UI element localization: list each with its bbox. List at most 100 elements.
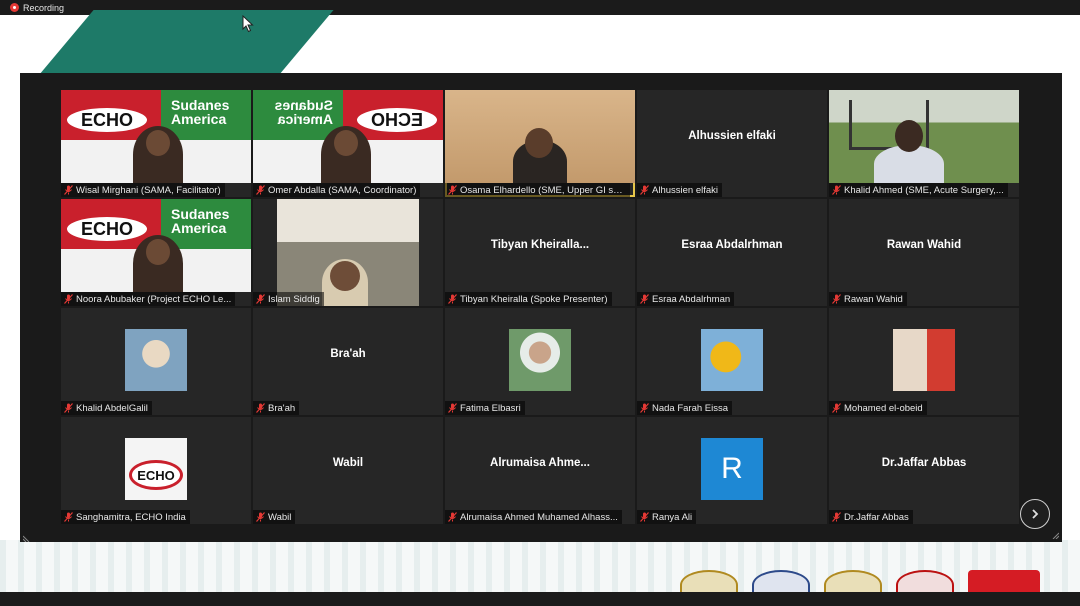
echo-banner-video: ECHO Sudanes America xyxy=(253,90,443,183)
participant-name: Tibyan Kheiralla (Spoke Presenter) xyxy=(460,293,608,305)
participant-name: Wabil xyxy=(268,511,292,523)
microphone-muted-icon xyxy=(640,403,649,413)
participant-name-label: Nada Farah Eissa xyxy=(637,401,733,415)
participant-name-label: Islam Siddig xyxy=(253,292,324,306)
participant-name: Alrumaisa Ahmed Muhamed Alhass... xyxy=(460,511,618,523)
microphone-muted-icon xyxy=(448,294,457,304)
participant-tile[interactable]: ECHO Sudanes America Noora Abubaker (Projec… xyxy=(61,199,251,306)
banner-text: Sudanes America xyxy=(274,97,333,127)
participant-display-name: Alhussien elfaki xyxy=(688,129,776,142)
participant-name-label: Omer Abdalla (SAMA, Coordinator) xyxy=(253,183,421,197)
participant-name-label: Dr.Jaffar Abbas xyxy=(829,510,913,524)
microphone-muted-icon xyxy=(640,294,649,304)
chevron-right-icon xyxy=(1032,509,1039,519)
mouse-cursor-icon xyxy=(242,15,254,33)
participant-tile[interactable]: Tibyan Kheiralla... Tibyan Kheiralla (Spo… xyxy=(445,199,635,306)
participant-name-label: Fatima Elbasri xyxy=(445,401,525,415)
participant-tile[interactable]: ECHO Sanghamitra, ECHO India xyxy=(61,417,251,524)
participant-name: Mohamed el-obeid xyxy=(844,402,923,414)
microphone-muted-icon xyxy=(448,185,457,195)
participant-tile[interactable]: Osama Elhardello (SME, Upper GI sur... xyxy=(445,90,635,197)
camera-video xyxy=(829,90,1019,183)
participant-display-name: Dr.Jaffar Abbas xyxy=(881,456,967,469)
participant-name-label: Ranya Ali xyxy=(637,510,697,524)
avatar xyxy=(125,329,187,391)
recording-label: Recording xyxy=(23,2,65,13)
participant-name-label: Esraa Abdalrhman xyxy=(637,292,735,306)
participant-tile[interactable]: Esraa Abdalrhman Esraa Abdalrhman xyxy=(637,199,827,306)
echo-banner-video: ECHO Sudanes America xyxy=(61,199,251,292)
recording-indicator[interactable]: Recording xyxy=(10,0,64,15)
microphone-muted-icon xyxy=(256,403,265,413)
participant-display-name: Bra'ah xyxy=(330,347,366,360)
participant-tile[interactable]: Rawan Wahid Rawan Wahid xyxy=(829,199,1019,306)
participant-tile[interactable]: Islam Siddig xyxy=(253,199,443,306)
microphone-muted-icon xyxy=(832,403,841,413)
participant-name: Ranya Ali xyxy=(652,511,693,523)
avatar: ECHO xyxy=(125,438,187,500)
next-page-button[interactable] xyxy=(1020,499,1050,529)
participant-tile[interactable]: Khalid Ahmed (SME, Acute Surgery,... xyxy=(829,90,1019,197)
participant-tile[interactable]: Dr.Jaffar Abbas Dr.Jaffar Abbas xyxy=(829,417,1019,524)
participant-display-name: Alrumaisa Ahme... xyxy=(490,456,590,469)
participant-name: Dr.Jaffar Abbas xyxy=(844,511,909,523)
microphone-muted-icon xyxy=(256,185,265,195)
participant-name-label: Bra'ah xyxy=(253,401,300,415)
participant-name: Sanghamitra, ECHO India xyxy=(76,511,186,523)
echo-logo-text: ECHO xyxy=(64,214,150,244)
camera-video xyxy=(445,90,635,183)
participant-name-label: Noora Abubaker (Project ECHO Le... xyxy=(61,292,236,306)
participant-name-label: Khalid Ahmed (SME, Acute Surgery,... xyxy=(829,183,1008,197)
echo-logo-text: ECHO xyxy=(129,460,183,490)
participant-name: Osama Elhardello (SME, Upper GI sur... xyxy=(460,184,626,196)
participant-name-label: Rawan Wahid xyxy=(829,292,907,306)
microphone-muted-icon xyxy=(64,294,73,304)
avatar: R xyxy=(701,438,763,500)
participant-tile[interactable]: Mohamed el-obeid xyxy=(829,308,1019,415)
participant-tile[interactable]: Wabil Wabil xyxy=(253,417,443,524)
microphone-muted-icon xyxy=(256,512,265,522)
participant-tile[interactable]: R Ranya Ali xyxy=(637,417,827,524)
participant-tile[interactable]: ECHO Sudanes America Wisal Mirghani (SAMA, … xyxy=(61,90,251,197)
participant-name-label: Tibyan Kheiralla (Spoke Presenter) xyxy=(445,292,612,306)
participant-name: Islam Siddig xyxy=(268,293,320,305)
participant-name: Noora Abubaker (Project ECHO Le... xyxy=(76,293,232,305)
participant-display-name: Wabil xyxy=(332,456,364,469)
microphone-muted-icon xyxy=(64,403,73,413)
participant-tile[interactable]: Bra'ah Bra'ah xyxy=(253,308,443,415)
microphone-muted-icon xyxy=(832,185,841,195)
microphone-muted-icon xyxy=(64,185,73,195)
participant-name-label: Alrumaisa Ahmed Muhamed Alhass... xyxy=(445,510,622,524)
microphone-muted-icon xyxy=(640,185,649,195)
participant-name: Bra'ah xyxy=(268,402,296,414)
participant-name: Rawan Wahid xyxy=(844,293,903,305)
participant-display-name: Tibyan Kheiralla... xyxy=(490,238,590,251)
microphone-muted-icon xyxy=(256,294,265,304)
echo-logo-text: ECHO xyxy=(354,105,440,135)
participant-tile[interactable]: Alrumaisa Ahme... Alrumaisa Ahmed Muhamed… xyxy=(445,417,635,524)
participant-tile[interactable]: Alhussien elfaki Alhussien elfaki xyxy=(637,90,827,197)
banner-text: Sudanes America xyxy=(171,206,230,236)
avatar xyxy=(509,329,571,391)
microphone-muted-icon xyxy=(448,512,457,522)
resize-handle-icon[interactable] xyxy=(1051,531,1059,539)
participant-tile[interactable]: Khalid AbdelGalil xyxy=(61,308,251,415)
participant-name: Omer Abdalla (SAMA, Coordinator) xyxy=(268,184,417,196)
participant-name-label: Khalid AbdelGalil xyxy=(61,401,152,415)
participant-name: Khalid AbdelGalil xyxy=(76,402,148,414)
participant-name: Khalid Ahmed (SME, Acute Surgery,... xyxy=(844,184,1004,196)
microphone-muted-icon xyxy=(832,294,841,304)
avatar xyxy=(893,329,955,391)
participant-tile[interactable]: Fatima Elbasri xyxy=(445,308,635,415)
avatar xyxy=(701,329,763,391)
resize-handle-icon[interactable] xyxy=(23,534,31,542)
gallery-view: ECHO Sudanes America Wisal Mirghani (SAMA, … xyxy=(20,73,1062,542)
echo-banner-video: ECHO Sudanes America xyxy=(61,90,251,183)
echo-logo-text: ECHO xyxy=(64,105,150,135)
participant-name: Nada Farah Eissa xyxy=(652,402,729,414)
participant-tile[interactable]: Nada Farah Eissa xyxy=(637,308,827,415)
record-dot-icon xyxy=(10,3,19,12)
bottom-bar xyxy=(0,592,1080,606)
participant-display-name: Esraa Abdalrhman xyxy=(681,238,783,251)
participant-tile[interactable]: ECHO Sudanes America Omer Abdalla (SAMA, Co… xyxy=(253,90,443,197)
